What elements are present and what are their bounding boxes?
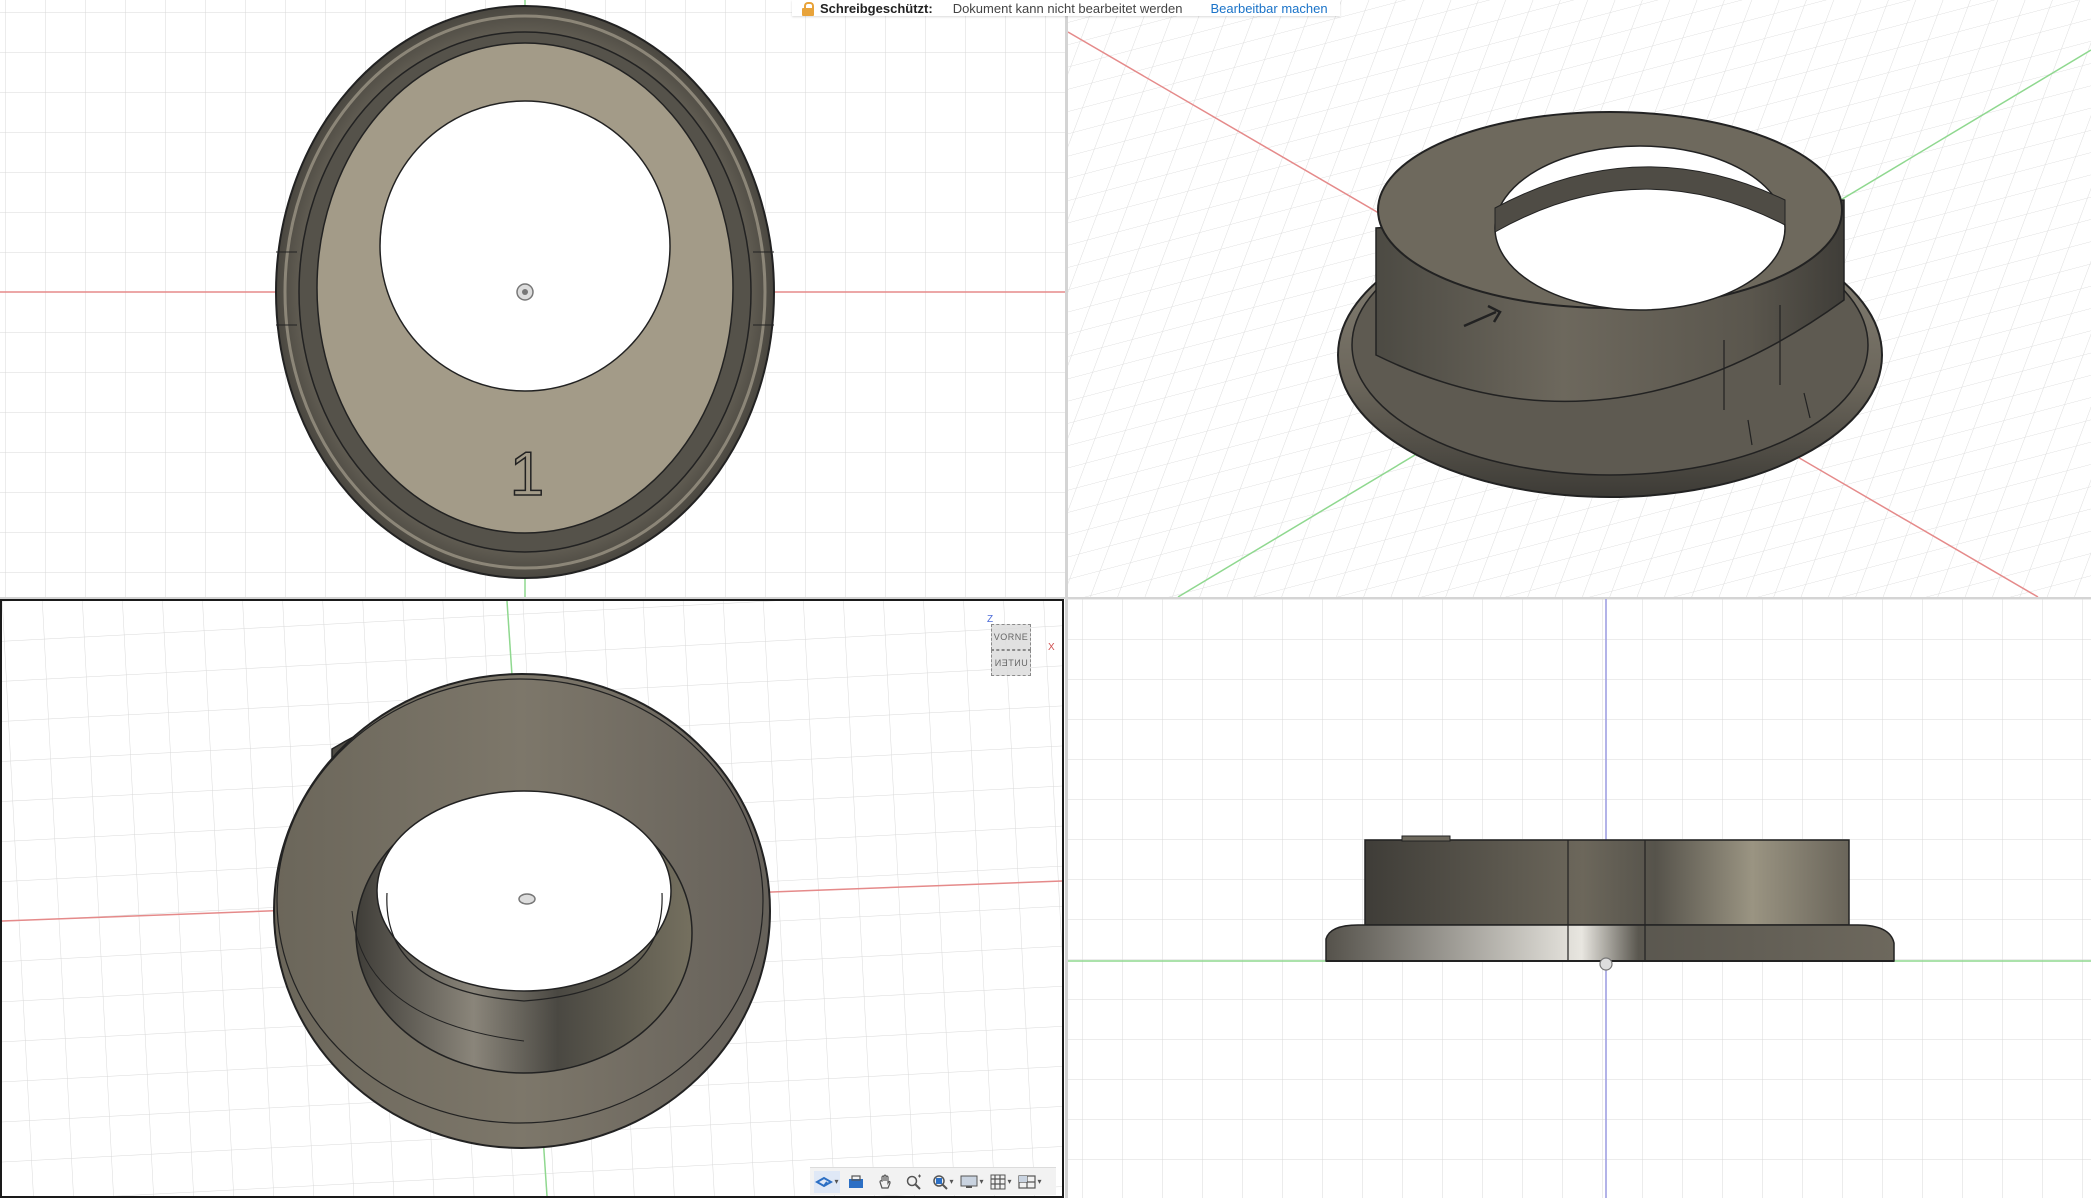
origin-marker — [516, 283, 534, 301]
grid-icon[interactable]: ▾ — [988, 1171, 1014, 1193]
viewport-splitter-horizontal[interactable] — [0, 597, 2091, 599]
zoom-icon[interactable] — [901, 1171, 927, 1193]
fit-icon[interactable]: ▾ — [930, 1171, 956, 1193]
view-cube-axis-x: X — [1048, 642, 1055, 653]
canvas-front — [1068, 599, 2091, 1198]
origin-marker — [518, 893, 536, 905]
lock-icon — [802, 1, 814, 16]
display-settings-icon[interactable]: ▾ — [959, 1171, 985, 1193]
viewport-splitter-vertical[interactable] — [1065, 0, 1068, 1198]
look-at-icon[interactable] — [843, 1171, 869, 1193]
part-bottom-view[interactable] — [273, 673, 771, 1149]
read-only-label: Schreibgeschützt: — [820, 0, 933, 16]
viewports-icon[interactable]: ▾ — [1017, 1171, 1043, 1193]
origin-marker — [1599, 957, 1613, 971]
viewport-front[interactable] — [1068, 599, 2091, 1198]
view-cube-face-bottom[interactable]: UNTEN — [991, 650, 1031, 676]
part-iso-view[interactable] — [1337, 111, 1883, 498]
viewport-bottom[interactable] — [0, 599, 1064, 1198]
view-cube-face-front[interactable]: VORNE — [991, 624, 1031, 650]
read-only-message: Dokument kann nicht bearbeitet werden — [952, 0, 1183, 16]
pan-icon[interactable] — [872, 1171, 898, 1193]
viewport-top[interactable]: 1 — [0, 0, 1065, 597]
part-front-view[interactable] — [1325, 835, 1895, 962]
canvas-top: 1 — [0, 0, 1065, 597]
canvas-iso — [1068, 0, 2091, 597]
make-editable-link[interactable]: Bearbeitbar machen — [1211, 1, 1328, 16]
navigation-bar: ▾ ▾ ▾ ▾ ▾ — [810, 1167, 1056, 1195]
view-cube[interactable]: Z X VORNE UNTEN — [985, 614, 1055, 684]
canvas-bottom — [2, 601, 1062, 1196]
engraving-label: 1 — [510, 440, 544, 509]
read-only-banner: Schreibgeschützt: Dokument kann nicht be… — [792, 0, 1340, 16]
orbit-icon[interactable]: ▾ — [814, 1170, 840, 1193]
viewport-iso[interactable] — [1068, 0, 2091, 597]
